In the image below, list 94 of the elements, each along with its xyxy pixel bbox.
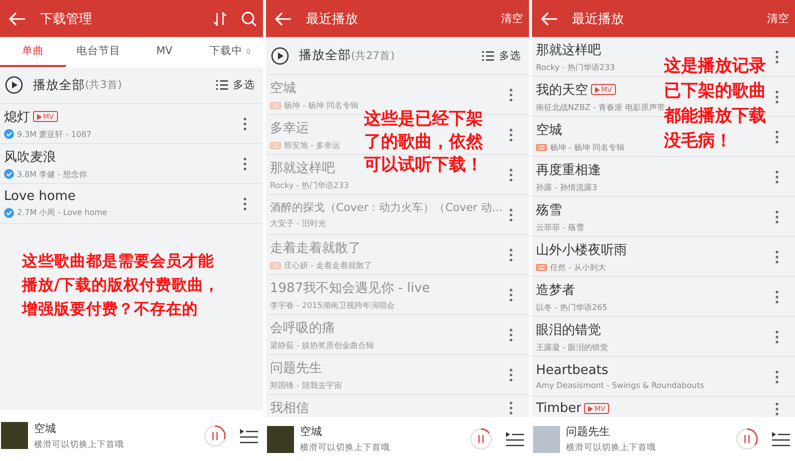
song-title[interactable]: 山外小楼夜听雨 xyxy=(536,240,627,258)
song-title[interactable]: Heartbeats xyxy=(536,363,608,378)
song-title[interactable]: 熄灯 xyxy=(4,108,30,126)
song-title[interactable]: 再度重相逢 xyxy=(536,160,601,178)
pause-button[interactable] xyxy=(469,427,493,451)
song-details: 杨坤 - 杨坤 同名专辑 xyxy=(550,142,625,152)
multi-select-button[interactable]: 多选 xyxy=(216,78,255,92)
back-arrow-icon xyxy=(540,12,558,26)
song-title[interactable]: 眼泪的错觉 xyxy=(536,320,601,338)
pause-button[interactable] xyxy=(735,427,759,451)
page-title: 最近播放 xyxy=(306,10,358,28)
now-playing-title: 空城 xyxy=(34,420,57,436)
pause-button[interactable] xyxy=(203,424,227,448)
clear-button[interactable]: 清空 xyxy=(767,11,789,26)
page-title: 最近播放 xyxy=(572,10,624,28)
multi-select-button[interactable]: 多选 xyxy=(482,48,521,62)
song-details: 大安子 - 旧时光 xyxy=(270,218,326,229)
song-details: 杨坤 - 杨坤 同名专辑 xyxy=(284,100,359,110)
playlist-button[interactable] xyxy=(239,428,259,444)
annotation-text: 这些是已经下架了的歌曲，依然可以试听下载！ xyxy=(364,108,484,177)
tab[interactable]: 电台节目 xyxy=(66,37,132,67)
more-icon[interactable] xyxy=(775,402,779,416)
song-details: 3.8M 李健 - 想念你 xyxy=(17,168,88,180)
list-icon xyxy=(482,50,494,60)
more-icon[interactable] xyxy=(509,128,513,142)
play-all-button[interactable]: 播放全部(共3首) xyxy=(5,76,122,94)
song-details: 郑国锋 - 陪我去宇宙 xyxy=(270,380,342,390)
song-title[interactable]: 空城 xyxy=(536,120,562,138)
song-details: 韩安旭 - 多幸运 xyxy=(284,140,340,150)
play-circle-icon xyxy=(271,46,289,64)
now-playing-title: 空城 xyxy=(300,424,323,439)
more-icon[interactable] xyxy=(775,250,779,264)
song-details: 任然 - 从小到大 xyxy=(550,262,606,272)
annotation-text: 这些歌曲都是需要会员才能播放/下载的版权付费歌曲，增强版要付费？不存在的 xyxy=(22,251,220,320)
more-icon[interactable] xyxy=(509,401,513,415)
tab[interactable]: MV xyxy=(132,37,198,67)
clear-button[interactable]: 清空 xyxy=(501,11,523,26)
more-icon[interactable] xyxy=(509,88,513,102)
swipe-hint: 横滑可以切换上下首哦 xyxy=(300,442,391,454)
more-icon[interactable] xyxy=(775,170,779,184)
more-icon[interactable] xyxy=(775,210,779,224)
more-icon[interactable] xyxy=(509,208,513,222)
back-arrow-icon xyxy=(274,12,292,26)
song-details: Rocky - 热门华语233 xyxy=(536,62,615,72)
more-icon[interactable] xyxy=(243,196,247,210)
tab[interactable]: 单曲 xyxy=(0,37,66,67)
album-art-placeholder xyxy=(1,422,28,449)
song-details: Rocky - 热门华语233 xyxy=(270,180,349,190)
more-icon[interactable] xyxy=(509,328,513,342)
more-icon[interactable] xyxy=(509,168,513,182)
song-details: 李宇春 - 2015湖南卫视跨年演唱会 xyxy=(270,300,394,310)
song-title[interactable]: 造梦者 xyxy=(536,280,575,298)
more-icon[interactable] xyxy=(775,290,779,304)
swipe-hint: 横滑可以切换上下首哦 xyxy=(34,438,125,450)
more-icon[interactable] xyxy=(243,156,247,170)
song-details: 云菲菲 - 殇雪 xyxy=(536,222,584,232)
song-details: 南征北战NZBZ - 青春派 电影原声带 xyxy=(536,102,665,112)
song-details: 2.7M 小周 - Love home xyxy=(17,207,108,218)
song-details: 庄心妍 - 走着走着就散了 xyxy=(284,260,372,270)
album-art-placeholder xyxy=(533,426,560,452)
more-icon[interactable] xyxy=(243,116,247,130)
song-details: 以冬 - 热门华语265 xyxy=(536,302,608,312)
song-details: 梁静茹 - 娱协奖原创金曲合辑 xyxy=(270,340,374,350)
list-icon xyxy=(216,80,228,90)
playlist-button[interactable] xyxy=(771,431,791,447)
album-art-placeholder xyxy=(267,426,294,452)
more-icon[interactable] xyxy=(509,288,513,302)
song-details: Amy Deasismont - Swings & Roundabouts xyxy=(536,381,704,390)
more-icon[interactable] xyxy=(775,370,779,384)
annotation-text: 这是播放记录已下架的歌曲都能播放下载没毛病！ xyxy=(664,55,767,153)
play-all-button[interactable]: 播放全部(共27首) xyxy=(271,46,395,64)
song-title[interactable]: 那就这样吧 xyxy=(536,40,601,58)
back-arrow-icon xyxy=(8,12,26,26)
more-icon[interactable] xyxy=(775,330,779,344)
swipe-hint: 横滑可以切换上下首哦 xyxy=(566,442,657,454)
song-title[interactable]: Timber xyxy=(536,401,582,416)
song-details: 9.3M 萧亚轩 - 1087 xyxy=(17,128,92,140)
song-details: 王露凝 - 眼泪的错觉 xyxy=(536,342,608,352)
song-title[interactable]: 殇雪 xyxy=(536,200,562,218)
song-details: 孙露 - 孙情流露3 xyxy=(536,182,598,192)
more-icon[interactable] xyxy=(509,368,513,382)
page-title: 下载管理 xyxy=(40,10,92,28)
more-icon[interactable] xyxy=(775,90,779,104)
song-title[interactable]: Love home xyxy=(4,189,76,204)
search-icon[interactable] xyxy=(241,10,257,26)
more-icon[interactable] xyxy=(775,130,779,144)
playlist-button[interactable] xyxy=(505,431,525,447)
song-title[interactable]: 风吹麦浪 xyxy=(4,148,56,166)
song-title[interactable]: 我的天空 xyxy=(536,80,588,98)
more-icon[interactable] xyxy=(775,50,779,64)
now-playing-title: 问题先生 xyxy=(566,424,611,439)
sort-icon[interactable] xyxy=(213,12,227,26)
more-icon[interactable] xyxy=(509,248,513,262)
play-circle-icon xyxy=(5,76,23,94)
